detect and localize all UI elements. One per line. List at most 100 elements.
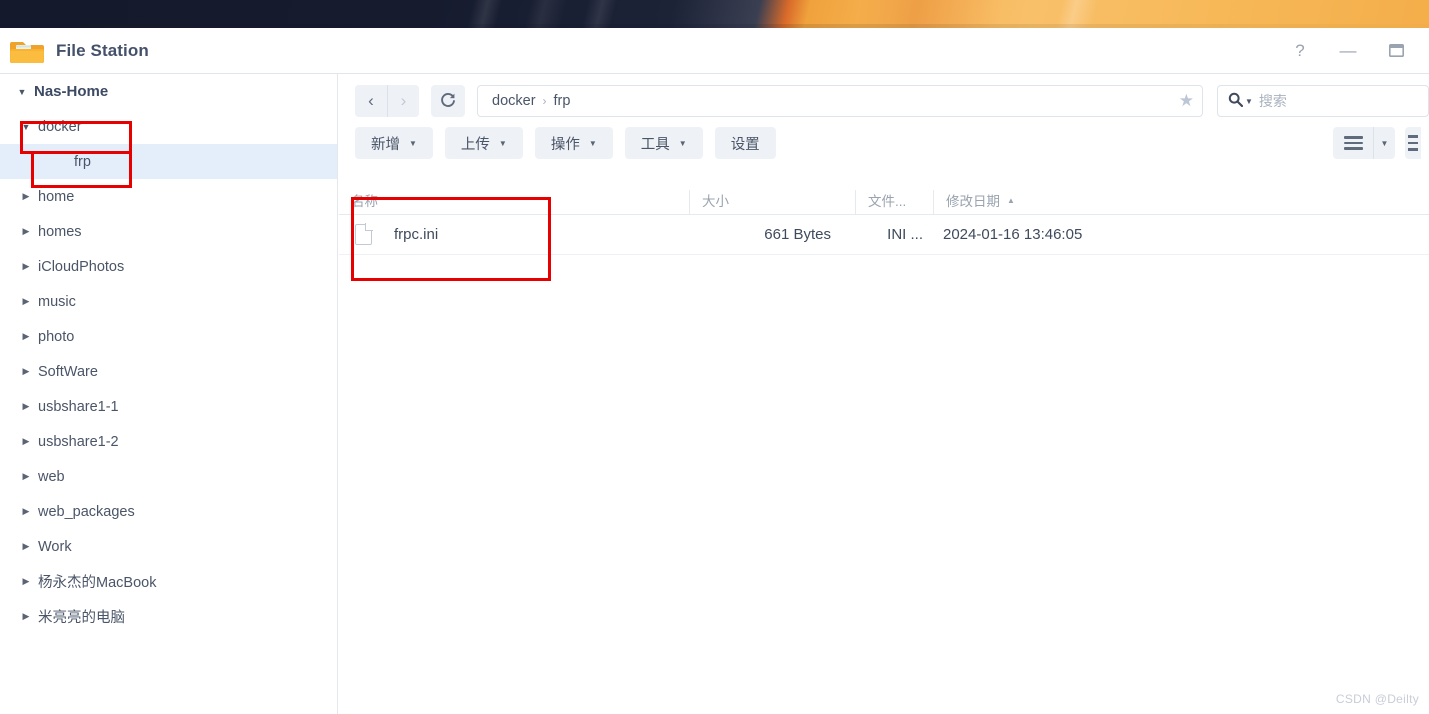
chevron-right-icon[interactable]: ▶ <box>18 541 34 552</box>
column-header-name[interactable]: 名称 <box>339 190 689 214</box>
breadcrumb-item-frp[interactable]: frp <box>554 93 571 109</box>
sidebar-item-[interactable]: ▶ 米亮亮的电脑 <box>0 599 337 634</box>
chevron-right-icon[interactable]: ▶ <box>18 191 34 202</box>
cell-name: frpc.ini <box>339 224 689 245</box>
sidebar-item-nas-home[interactable]: ▼ Nas-Home <box>0 74 337 109</box>
chevron-right-icon[interactable]: ▶ <box>18 576 34 587</box>
sidebar-item-label: photo <box>38 328 75 345</box>
sidebar-item-homes[interactable]: ▶ homes <box>0 214 337 249</box>
column-header-filetype[interactable]: 文件... <box>855 190 933 214</box>
toolbar: 新增 ▼ 上传 ▼ 操作 ▼ 工具 ▼ 设置 ▼ <box>339 120 1429 166</box>
column-header-modified-date[interactable]: 修改日期 ▲ <box>933 190 1429 214</box>
sidebar-item-label: iCloudPhotos <box>38 258 125 275</box>
sidebar-item-label: 米亮亮的电脑 <box>38 610 125 626</box>
sidebar-item-label: home <box>38 188 75 205</box>
sidebar-item-frp[interactable]: ▶frp <box>0 144 337 179</box>
toolbar-button-label: 新增 <box>371 136 400 153</box>
column-header-size[interactable]: 大小 <box>689 190 855 214</box>
sidebar-item-home[interactable]: ▶ home <box>0 179 337 214</box>
chevron-right-icon[interactable]: ▶ <box>18 471 34 482</box>
watermark: CSDN @Deilty <box>1335 692 1419 706</box>
sidebar-item-music[interactable]: ▶ music <box>0 284 337 319</box>
sidebar-item-usbshare1-1[interactable]: ▶ usbshare1-1 <box>0 389 337 424</box>
sidebar-item-label: music <box>38 293 76 310</box>
search-placeholder: 搜索 <box>1258 93 1287 109</box>
chevron-right-icon[interactable]: ▶ <box>18 436 34 447</box>
toolbar-button-label: 操作 <box>550 136 580 153</box>
sidebar-item-web-packages[interactable]: ▶ web_packages <box>0 494 337 529</box>
help-button[interactable]: ? <box>1289 40 1311 62</box>
minimize-button[interactable]: — <box>1337 40 1359 62</box>
sidebar-item-label: usbshare1-2 <box>38 433 119 450</box>
sort-ascending-icon: ▲ <box>1007 195 1015 205</box>
file-name[interactable]: frpc.ini <box>394 226 438 243</box>
nav-button-group: ‹ › <box>355 85 419 117</box>
action-button[interactable]: 操作 ▼ <box>534 127 613 159</box>
chevron-right-icon[interactable]: ▶ <box>18 401 34 412</box>
search-icon <box>1228 92 1244 111</box>
settings-button[interactable]: 设置 <box>714 127 776 159</box>
toolbar-button-label: 工具 <box>640 136 670 153</box>
sidebar-item-label: web <box>38 468 65 485</box>
toolbar-button-label: 设置 <box>730 136 760 153</box>
chevron-right-icon[interactable]: ▶ <box>18 611 34 622</box>
page-title: File Station <box>56 40 149 60</box>
sidebar-item-label: homes <box>38 223 82 240</box>
chevron-right-icon[interactable]: ▶ <box>18 261 34 272</box>
maximize-button[interactable] <box>1385 40 1407 62</box>
view-mode-chevron-down-icon[interactable]: ▼ <box>1373 127 1395 159</box>
list-view-button[interactable] <box>1333 127 1373 159</box>
sidebar-item-label: 杨永杰的MacBook <box>38 575 157 591</box>
chevron-down-icon: ▼ <box>678 138 687 148</box>
sidebar-item-label: Nas-Home <box>34 83 109 100</box>
sidebar-item-work[interactable]: ▶ Work <box>0 529 337 564</box>
chevron-down-icon: ▼ <box>588 138 597 148</box>
star-icon[interactable]: ★ <box>1179 91 1194 111</box>
breadcrumb-separator: › <box>542 94 547 108</box>
sidebar-item-web[interactable]: ▶ web <box>0 459 337 494</box>
sidebar-item-docker[interactable]: ▼ docker <box>0 109 337 144</box>
chevron-right-icon[interactable]: ▶ <box>18 296 34 307</box>
breadcrumb[interactable]: docker › frp ★ <box>477 85 1203 117</box>
back-icon[interactable]: ‹ <box>355 85 387 117</box>
tools-button[interactable]: 工具 ▼ <box>624 127 703 159</box>
navigation-bar: ‹ › docker › frp ★ ▼ 搜索 <box>339 74 1429 120</box>
content-pane: ‹ › docker › frp ★ ▼ 搜索 新增 ▼ 上传 ▼ 操作 ▼ 工… <box>339 74 1429 714</box>
sidebar-item-icloudphotos[interactable]: ▶ iCloudPhotos <box>0 249 337 284</box>
sidebar-item-label: usbshare1-1 <box>38 398 119 415</box>
desktop-wallpaper-strip <box>0 0 1429 28</box>
chevron-down-icon: ▼ <box>17 86 27 97</box>
chevron-right-icon[interactable]: ▶ <box>18 506 34 517</box>
window-controls: ? — <box>1289 40 1407 62</box>
chevron-right-icon[interactable]: ▶ <box>18 226 34 237</box>
folder-tree-sidebar[interactable]: ▼ Nas-Home ▼docker▶frp▶home▶homes▶iCloud… <box>0 74 338 714</box>
sidebar-item-macbook[interactable]: ▶ 杨永杰的MacBook <box>0 564 337 599</box>
table-row[interactable]: frpc.ini 661 Bytes INI ... 2024-01-16 13:46… <box>339 215 1429 255</box>
forward-icon[interactable]: › <box>387 85 419 117</box>
sidebar-item-label: docker <box>38 118 82 135</box>
sidebar-item-label: frp <box>74 153 91 170</box>
sidebar-item-label: SoftWare <box>38 363 98 380</box>
toolbar-button-label: 上传 <box>460 136 490 153</box>
chevron-down-icon: ▼ <box>409 138 417 148</box>
sidebar-item-label: Work <box>38 538 72 555</box>
sidebar-item-photo[interactable]: ▶ photo <box>0 319 337 354</box>
upload-button[interactable]: 上传 ▼ <box>444 127 523 159</box>
cell-size: 661 Bytes <box>764 226 831 243</box>
new-button[interactable]: 新增 ▼ <box>355 127 433 159</box>
chevron-down-icon: ▼ <box>498 138 507 148</box>
refresh-icon[interactable] <box>431 85 465 117</box>
detail-view-button[interactable] <box>1405 127 1421 159</box>
sidebar-item-usbshare1-2[interactable]: ▶ usbshare1-2 <box>0 424 337 459</box>
chevron-right-icon[interactable]: ▶ <box>18 366 34 377</box>
chevron-down-icon[interactable]: ▼ <box>18 122 34 132</box>
chevron-right-icon[interactable]: ▶ <box>18 331 34 342</box>
cell-modified-date: 2024-01-16 13:46:05 <box>943 226 1083 243</box>
file-icon <box>355 224 372 245</box>
chevron-down-icon[interactable]: ▼ <box>1245 97 1253 106</box>
table-header-row: 名称 大小 文件... 修改日期 ▲ <box>339 187 1429 215</box>
search-input[interactable]: ▼ 搜索 <box>1217 85 1429 117</box>
view-mode-group: ▼ <box>1333 127 1421 159</box>
breadcrumb-item-docker[interactable]: docker <box>492 93 536 109</box>
sidebar-item-software[interactable]: ▶ SoftWare <box>0 354 337 389</box>
